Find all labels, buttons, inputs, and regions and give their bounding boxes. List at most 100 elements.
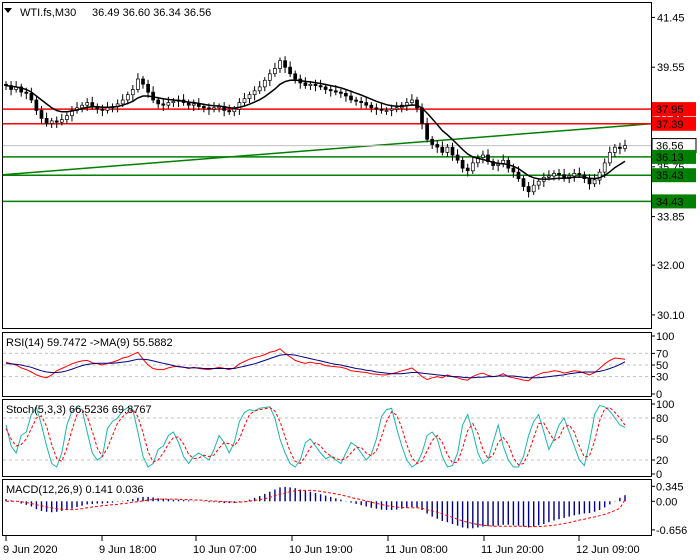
candle-body [54, 120, 59, 123]
y-tick-label: 100 [656, 399, 674, 411]
candle-body [445, 146, 450, 153]
candle-body [521, 178, 526, 187]
candle-body [156, 99, 161, 105]
candle-body [572, 173, 577, 177]
candle-body [278, 60, 282, 69]
candle-body [262, 79, 267, 88]
candle-body [349, 95, 353, 101]
candle-body [607, 152, 612, 164]
y-tick-label: 41.45 [657, 12, 685, 24]
candle-body [511, 167, 516, 173]
candle-body [273, 68, 277, 75]
candle-body [536, 180, 541, 186]
candle-body [308, 83, 313, 86]
chart-root: 41.4539.5537.6535.7533.8532.0030.1037.95… [2, 2, 697, 556]
candle-body [100, 108, 105, 111]
candle-body [394, 107, 399, 110]
candle-body [283, 60, 287, 68]
x-tick-label: 12 Jun 09:00 [576, 544, 640, 556]
candle-body [415, 99, 419, 109]
price-tag-label: 35.43 [656, 170, 684, 182]
x-tick-label: 10 Jun 07:00 [193, 544, 257, 556]
candle-body [146, 83, 150, 93]
candle-body [430, 138, 435, 145]
candle-body [161, 103, 166, 106]
candle-body [34, 99, 39, 111]
candle-body [24, 91, 29, 94]
y-tick-label: 50 [656, 434, 668, 446]
candle-body [166, 102, 171, 106]
x-tick-label: 9 Jun 2020 [3, 544, 57, 556]
y-tick-label: -0.656 [656, 525, 687, 537]
candle-body [384, 110, 389, 112]
candle-body [597, 171, 602, 181]
candle-body [186, 102, 191, 106]
candle-body [460, 159, 465, 169]
price-tag-label: 37.39 [656, 119, 684, 131]
y-tick-label: 32.00 [657, 260, 685, 272]
candle-body [120, 99, 125, 105]
candle-body [374, 107, 379, 110]
macd-title: MACD(12,26,9) 0.141 0.036 [6, 484, 144, 496]
candle-body [354, 99, 358, 102]
candle-body [29, 93, 34, 101]
candle-body [227, 110, 232, 113]
candle-body [59, 119, 64, 123]
candle-body [435, 144, 440, 148]
candle-body [80, 104, 84, 109]
candle-body [191, 103, 196, 106]
candle-body [328, 89, 333, 92]
y-tick-label: 30.10 [657, 310, 685, 322]
candle-body [130, 89, 135, 96]
y-tick-label: 100 [656, 331, 674, 343]
candle-body [389, 108, 394, 111]
candle-body [623, 145, 627, 149]
candle-body [481, 154, 485, 158]
x-tick-label: 9 Jun 18:00 [99, 544, 157, 556]
candle-body [323, 86, 328, 90]
candle-body [65, 115, 69, 120]
price-tag-label: 36.13 [656, 152, 684, 164]
candle-body [49, 120, 54, 124]
candle-body [288, 66, 292, 75]
candle-body [212, 107, 216, 110]
candle-body [252, 90, 257, 96]
symbol-label: WTI.fs,M30 [20, 7, 76, 19]
candle-body [318, 85, 323, 88]
candle-body [293, 73, 298, 80]
candle-body [577, 173, 582, 176]
candle-body [455, 154, 460, 161]
candle-body [531, 184, 536, 193]
candle-body [105, 107, 110, 111]
candle-body [303, 82, 308, 86]
candle-body [247, 94, 252, 99]
candle-body [618, 146, 622, 149]
candle-body [171, 100, 176, 103]
candle-body [470, 162, 475, 172]
candle-body [359, 100, 364, 103]
candle-body [207, 107, 211, 110]
candle-body [526, 186, 531, 193]
candle-body [39, 110, 44, 119]
candle-body [313, 83, 318, 86]
candle-body [344, 93, 348, 97]
x-tick-label: 10 Jun 19:00 [289, 544, 353, 556]
candle-body [267, 73, 272, 81]
candle-body [592, 179, 597, 185]
candle-body [496, 163, 501, 166]
candle-body [141, 78, 145, 85]
candle-body [516, 171, 521, 180]
candle-body [587, 178, 592, 185]
candle-body [613, 146, 617, 153]
candle-body [465, 167, 470, 172]
y-tick-label: 0.00 [656, 496, 677, 508]
ohlc-label: 36.49 36.60 36.34 36.56 [92, 7, 211, 19]
candle-body [379, 108, 384, 111]
x-tick-label: 11 Jun 20:00 [481, 544, 544, 556]
candle-body [364, 102, 369, 106]
candle-body [602, 162, 607, 173]
candle-body [450, 146, 455, 156]
y-tick-label: 33.85 [657, 212, 685, 224]
candle-body [242, 98, 247, 103]
price-tag-label: 37.95 [656, 104, 684, 116]
